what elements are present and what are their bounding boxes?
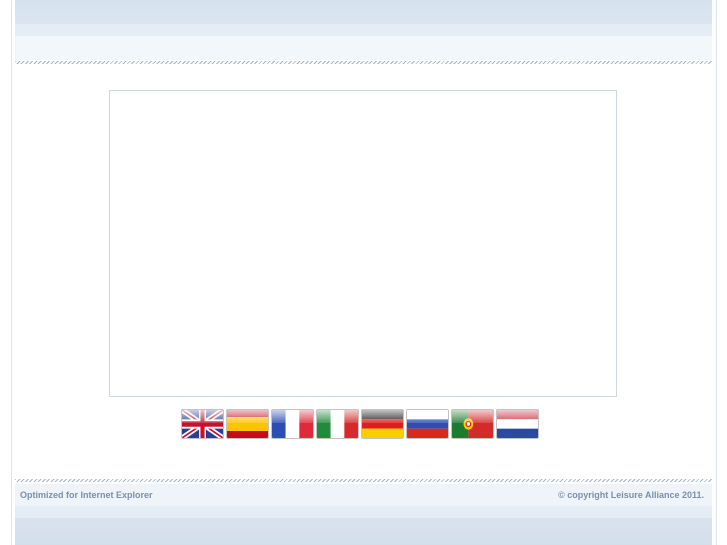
content-panel [109, 90, 617, 397]
portugal-flag-icon[interactable] [451, 409, 494, 439]
header-band [15, 0, 712, 24]
bottom-band-light [15, 506, 712, 518]
bottom-band [15, 518, 712, 545]
footer: Optimized for Internet Explorer © copyri… [15, 484, 712, 506]
spain-flag-icon[interactable] [226, 409, 269, 439]
header-strip [15, 36, 712, 60]
netherlands-flag-icon[interactable] [496, 409, 539, 439]
footer-divider [15, 479, 712, 482]
uk-flag-icon[interactable] [181, 409, 224, 439]
language-selector [181, 409, 539, 441]
germany-flag-icon[interactable] [361, 409, 404, 439]
italy-flag-icon[interactable] [316, 409, 359, 439]
header-divider [15, 61, 712, 64]
browser-note: Optimized for Internet Explorer [20, 490, 153, 500]
header-band-light [15, 24, 712, 36]
copyright-text: © copyright Leisure Alliance 2011. [558, 490, 704, 500]
france-flag-icon[interactable] [271, 409, 314, 439]
russia-flag-icon[interactable] [406, 409, 449, 439]
